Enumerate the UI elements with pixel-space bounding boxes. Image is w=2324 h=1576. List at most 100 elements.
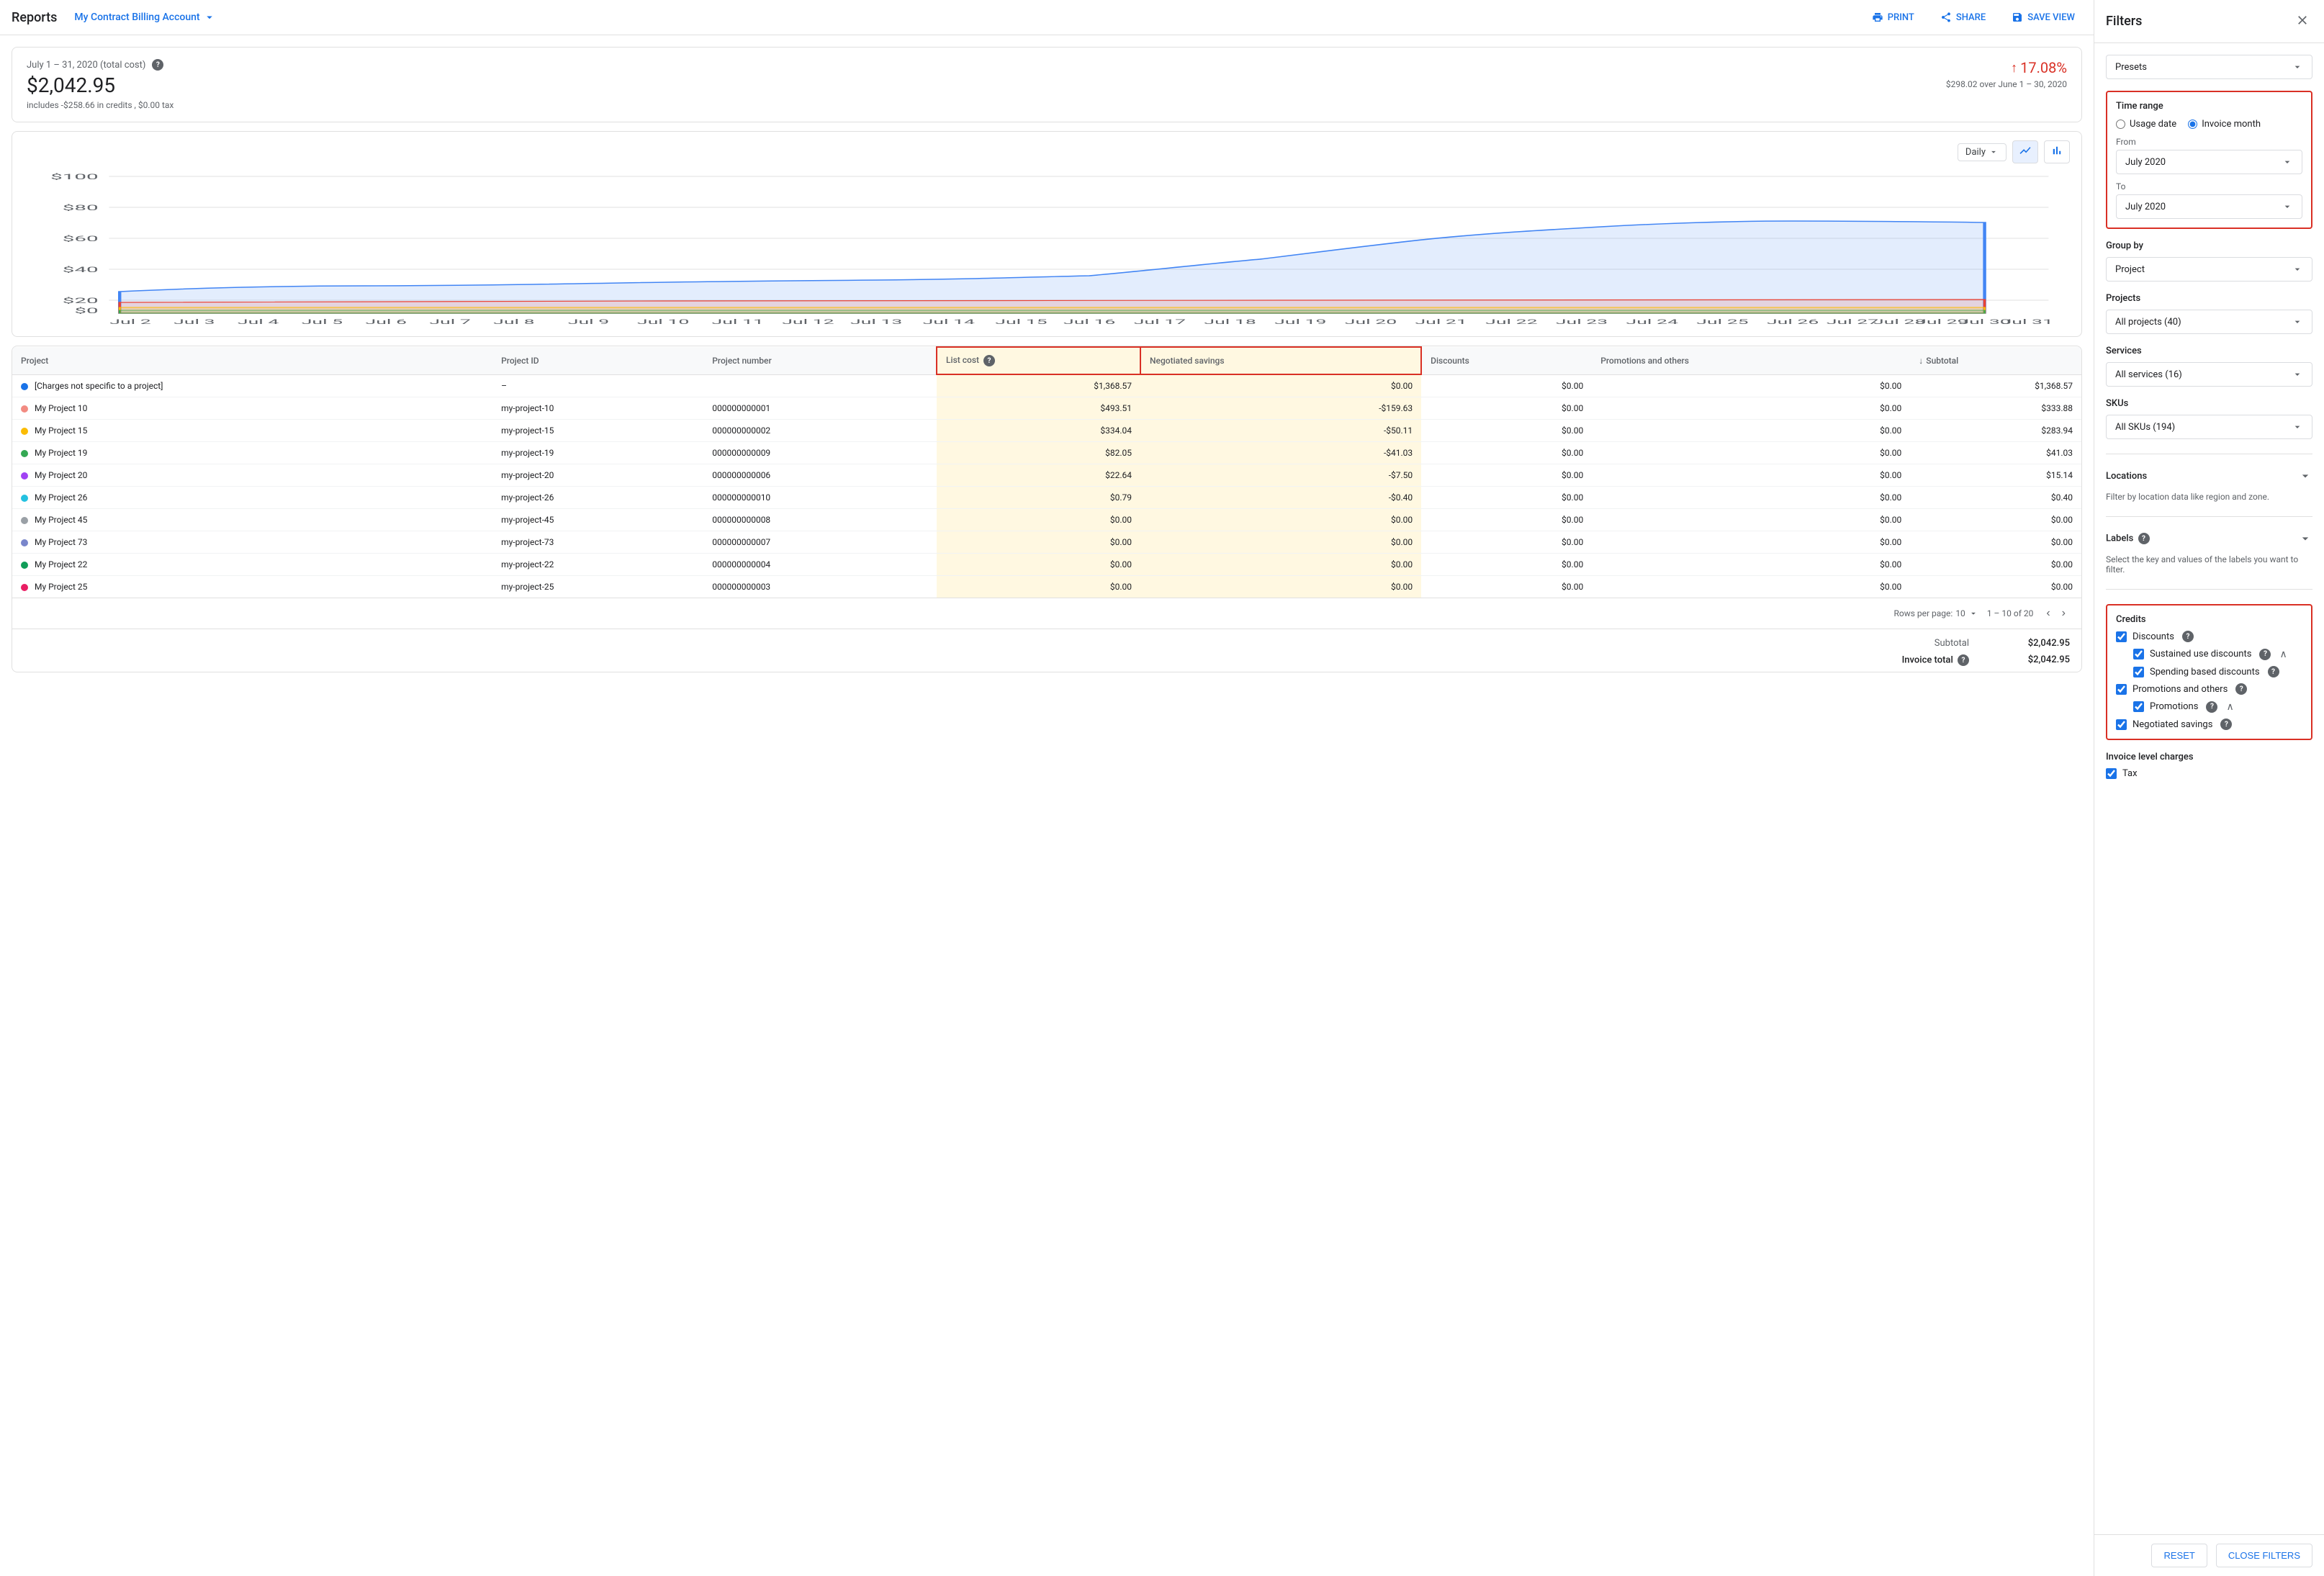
invoice-month-option[interactable]: Invoice month (2188, 119, 2261, 130)
promotions-collapse-button[interactable]: ∧ (2223, 701, 2236, 713)
invoice-level-label: Invoice level charges (2106, 752, 2312, 762)
to-dropdown[interactable]: July 2020 (2116, 194, 2302, 219)
svg-text:Jul 15: Jul 15 (995, 318, 1047, 325)
project-dot (21, 405, 28, 413)
invoice-month-radio[interactable] (2188, 120, 2197, 129)
labels-help-icon[interactable]: ? (2138, 533, 2150, 544)
cell-project: My Project 15 (12, 420, 492, 442)
services-dropdown[interactable]: All services (16) (2106, 362, 2312, 387)
promotions-and-others-checkbox[interactable] (2116, 684, 2127, 695)
page-title: Reports (12, 10, 57, 25)
share-button[interactable]: SHARE (1933, 7, 1993, 27)
line-chart-button[interactable] (2012, 140, 2038, 163)
tax-label: Tax (2122, 768, 2138, 779)
sustained-use-collapse-button[interactable]: ∧ (2276, 648, 2289, 660)
to-row: To July 2020 (2116, 181, 2302, 219)
cell-promotions: $0.00 (1592, 397, 1910, 420)
skus-dropdown[interactable]: All SKUs (194) (2106, 415, 2312, 439)
cell-project-number: 000000000004 (703, 554, 937, 576)
period-help-icon[interactable]: ? (152, 59, 163, 71)
negotiated-checkbox[interactable] (2116, 719, 2127, 730)
prev-page-button[interactable]: ‹ (2042, 604, 2054, 623)
discounts-help-icon[interactable]: ? (2182, 631, 2194, 642)
spending-based-help-icon[interactable]: ? (2268, 666, 2279, 677)
cell-discounts: $0.00 (1421, 576, 1592, 598)
svg-text:Jul 9: Jul 9 (568, 318, 609, 325)
projects-dropdown[interactable]: All projects (40) (2106, 310, 2312, 334)
spending-based-row: Spending based discounts ? (2116, 666, 2302, 677)
projects-label: Projects (2106, 293, 2312, 304)
granularity-selector[interactable]: Daily (1958, 143, 2007, 161)
promotions-and-others-help-icon[interactable]: ? (2235, 683, 2247, 695)
bar-chart-button[interactable] (2044, 140, 2070, 163)
locations-row[interactable]: Locations (2106, 469, 2312, 483)
cell-project-number: 000000000007 (703, 531, 937, 554)
svg-text:Jul 20: Jul 20 (1345, 318, 1397, 325)
usage-date-option[interactable]: Usage date (2116, 119, 2176, 130)
next-page-button[interactable]: › (2058, 604, 2070, 623)
sustained-use-checkbox[interactable] (2133, 649, 2144, 659)
close-filters-button-bottom[interactable]: CLOSE FILTERS (2216, 1544, 2312, 1567)
save-view-button[interactable]: SAVE VIEW (2004, 7, 2082, 27)
spending-based-checkbox[interactable] (2133, 667, 2144, 677)
project-name: My Project 19 (35, 448, 87, 458)
cell-list-cost: $493.51 (937, 397, 1140, 420)
promotions-help-icon[interactable]: ? (2206, 701, 2217, 713)
sustained-use-help-icon[interactable]: ? (2259, 649, 2271, 660)
cell-discounts: $0.00 (1421, 464, 1592, 487)
rows-per-page-chevron-icon[interactable] (1968, 608, 1978, 618)
summary-note: includes -$258.66 in credits , $0.00 tax (27, 100, 174, 110)
reset-button[interactable]: RESET (2151, 1544, 2207, 1567)
svg-text:Jul 14: Jul 14 (923, 318, 975, 325)
svg-text:$80: $80 (63, 204, 99, 212)
cell-discounts: $0.00 (1421, 442, 1592, 464)
skus-chevron-icon (2292, 421, 2303, 433)
time-range-radio-group: Usage date Invoice month (2116, 119, 2302, 130)
tax-checkbox[interactable] (2106, 768, 2117, 779)
table-row: My Project 26 my-project-26 000000000010… (12, 487, 2081, 509)
from-chevron-icon (2282, 156, 2293, 168)
project-dot (21, 584, 28, 591)
usage-date-radio[interactable] (2116, 120, 2125, 129)
svg-text:Jul 31: Jul 31 (2001, 318, 2053, 325)
svg-text:Jul 12: Jul 12 (782, 318, 834, 325)
cell-list-cost: $1,368.57 (937, 374, 1140, 397)
cell-project: [Charges not specific to a project] (12, 374, 492, 397)
project-dot (21, 539, 28, 546)
project-dot (21, 495, 28, 502)
print-button[interactable]: PRINT (1865, 7, 1922, 27)
svg-text:Jul 3: Jul 3 (174, 318, 215, 325)
col-project: Project (12, 347, 492, 374)
chart-controls: Daily (24, 140, 2070, 163)
labels-row[interactable]: Labels ? (2106, 531, 2312, 546)
svg-text:Jul 11: Jul 11 (712, 318, 764, 325)
granularity-chevron-icon (1989, 147, 1999, 157)
cell-project-id: my-project-10 (492, 397, 703, 420)
group-by-dropdown[interactable]: Project (2106, 257, 2312, 282)
promotions-checkbox[interactable] (2133, 701, 2144, 712)
cell-project: My Project 20 (12, 464, 492, 487)
svg-text:Jul 21: Jul 21 (1415, 318, 1467, 325)
cell-negotiated: $0.00 (1140, 554, 1421, 576)
invoice-total-help-icon[interactable]: ? (1958, 654, 1969, 666)
discounts-checkbox[interactable] (2116, 631, 2127, 642)
services-chevron-icon (2292, 369, 2303, 380)
cell-negotiated: -$0.40 (1140, 487, 1421, 509)
presets-dropdown[interactable]: Presets (2106, 55, 2312, 79)
list-cost-help-icon[interactable]: ? (983, 355, 995, 366)
table-card: Project Project ID Project number List c… (12, 346, 2082, 672)
summary-change: ↑ 17.08% (1946, 59, 2067, 76)
svg-text:$40: $40 (63, 266, 99, 274)
credits-box: Credits Discounts ? Sustained use discou… (2106, 604, 2312, 740)
negotiated-help-icon[interactable]: ? (2220, 719, 2232, 730)
account-selector[interactable]: My Contract Billing Account (74, 11, 215, 24)
project-name: [Charges not specific to a project] (35, 381, 163, 391)
project-name: My Project 22 (35, 559, 87, 569)
promotions-and-others-label: Promotions and others (2132, 684, 2228, 695)
from-dropdown[interactable]: July 2020 (2116, 150, 2302, 174)
col-negotiated: Negotiated savings (1140, 347, 1421, 374)
close-filters-button[interactable] (2292, 10, 2312, 32)
svg-text:$0: $0 (74, 307, 98, 315)
to-chevron-icon (2282, 201, 2293, 212)
cell-project-number: 000000000009 (703, 442, 937, 464)
